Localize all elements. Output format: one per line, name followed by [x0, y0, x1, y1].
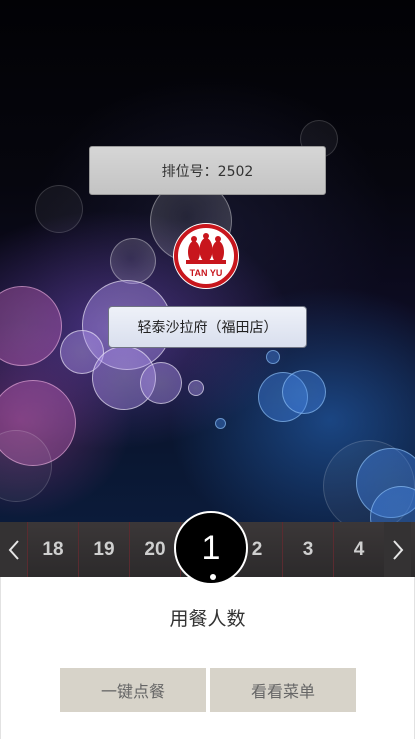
- prev-arrow-button[interactable]: [0, 522, 27, 577]
- guest-count-option[interactable]: 3: [282, 522, 333, 577]
- guest-count-option[interactable]: 20: [129, 522, 180, 577]
- queue-number-box: 排位号：2502: [89, 146, 326, 195]
- bokeh-bubble: [35, 185, 83, 233]
- store-name: 轻泰沙拉府（福田店）: [137, 320, 278, 336]
- guest-count-option[interactable]: 4: [333, 522, 384, 577]
- frame-border-left: [0, 577, 1, 739]
- diners-count-label: 用餐人数: [169, 608, 246, 630]
- next-arrow-button[interactable]: [384, 522, 411, 577]
- bokeh-bubble: [140, 362, 182, 404]
- store-name-box[interactable]: 轻泰沙拉府（福田店）: [108, 306, 307, 348]
- bokeh-bubble: [215, 418, 226, 429]
- quick-order-button[interactable]: 一键点餐: [60, 668, 206, 712]
- bokeh-bubble: [266, 350, 280, 364]
- restaurant-logo: TAN YU: [172, 222, 240, 290]
- queue-number-label: 排位号：2502: [161, 163, 254, 180]
- guest-count-option[interactable]: 18: [27, 522, 78, 577]
- bokeh-bubble: [282, 370, 326, 414]
- bokeh-bubble: [188, 380, 204, 396]
- bokeh-bubble: [110, 238, 156, 284]
- selected-guest-count-value: 1: [201, 528, 221, 567]
- guest-count-option[interactable]: 19: [78, 522, 129, 577]
- selected-guest-count[interactable]: 1: [174, 511, 248, 585]
- chevron-right-icon: [392, 539, 403, 560]
- svg-text:TAN YU: TAN YU: [190, 268, 223, 278]
- view-menu-button[interactable]: 看看菜单: [210, 668, 356, 712]
- bokeh-bubble: [0, 286, 62, 366]
- hero-background: 排位号：2502 TAN YU 轻泰沙拉府（福田店）: [0, 0, 415, 522]
- selection-indicator-dot: [210, 574, 216, 580]
- chevron-left-icon: [8, 539, 19, 560]
